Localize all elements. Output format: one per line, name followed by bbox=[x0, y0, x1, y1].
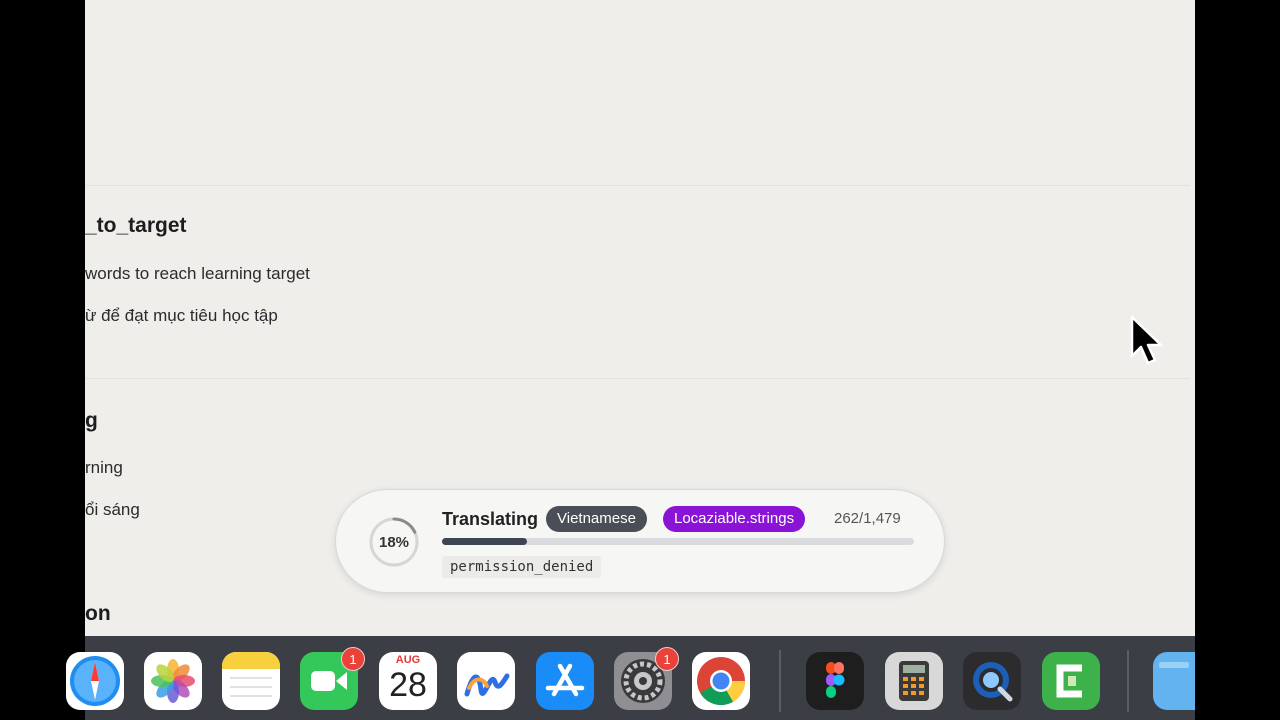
figma-icon[interactable] bbox=[806, 652, 864, 710]
app-store-icon[interactable] bbox=[536, 652, 594, 710]
calendar-day: 28 bbox=[389, 666, 427, 704]
entry-key[interactable]: _to_target bbox=[85, 214, 187, 238]
calendar-month: AUG bbox=[395, 654, 421, 666]
file-badge: Locaziable.strings bbox=[663, 506, 806, 532]
calculator-icon[interactable] bbox=[885, 652, 943, 710]
entry-source-text: rning bbox=[85, 458, 123, 477]
entry-key[interactable]: g bbox=[85, 409, 98, 433]
entry-divider bbox=[85, 185, 1190, 186]
current-key-label: permission_denied bbox=[442, 556, 602, 578]
dock-separator bbox=[779, 650, 781, 712]
folder-icon[interactable] bbox=[1153, 652, 1195, 710]
entry-translation-text[interactable]: ừ để đạt mục tiêu học tập bbox=[85, 306, 278, 326]
entry-translation-text[interactable]: ổi sáng bbox=[85, 500, 140, 520]
strings-editor-window: _to_target words to reach learning targe… bbox=[85, 0, 1195, 720]
calendar-icon[interactable]: AUG 28 bbox=[379, 652, 437, 710]
entry-divider bbox=[85, 378, 1190, 379]
notes-icon[interactable] bbox=[222, 652, 280, 710]
chrome-icon[interactable] bbox=[692, 652, 750, 710]
progress-count: 262/1,479 bbox=[834, 510, 901, 527]
entry-key[interactable]: on bbox=[85, 602, 111, 626]
freeform-icon[interactable] bbox=[457, 652, 515, 710]
camtasia-icon[interactable] bbox=[1042, 652, 1100, 710]
entry-source-text: words to reach learning target bbox=[85, 264, 310, 283]
facetime-notification-badge: 1 bbox=[341, 647, 365, 671]
dock-separator bbox=[1127, 650, 1129, 712]
progress-bar-fill bbox=[442, 538, 527, 545]
quicktime-icon[interactable] bbox=[963, 652, 1021, 710]
progress-bar bbox=[442, 538, 914, 545]
hud-title: Translating bbox=[442, 509, 539, 529]
settings-notification-badge: 1 bbox=[655, 647, 679, 671]
safari-icon[interactable] bbox=[66, 652, 124, 710]
photos-icon[interactable] bbox=[144, 652, 202, 710]
progress-percent: 18% bbox=[378, 533, 410, 551]
mouse-pointer-icon bbox=[1130, 315, 1163, 365]
language-badge: Vietnamese bbox=[546, 506, 647, 532]
translation-progress-hud: 18% Translating Vietnamese Locaziable.st… bbox=[335, 489, 945, 593]
